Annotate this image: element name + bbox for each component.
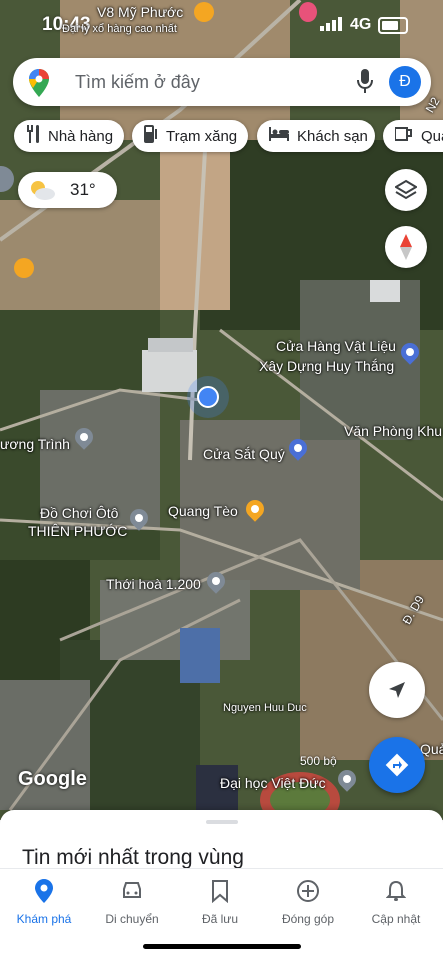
search-bar[interactable]: Tìm kiếm ở đây Đ: [13, 58, 431, 106]
map-label-office[interactable]: Văn Phòng Khu: [344, 423, 442, 439]
partly-sunny-icon: [31, 181, 55, 200]
nav-label: Cập nhật: [371, 912, 421, 926]
compass-icon: [400, 234, 412, 260]
map-label-nguyen-huu-duc: Nguyen Huu Duc: [223, 702, 307, 714]
map-label-store2[interactable]: Xây Dựng Huy Thắng: [259, 358, 394, 374]
hotel-pin-icon[interactable]: [299, 2, 317, 22]
google-logo: Google: [18, 768, 87, 790]
nav-updates[interactable]: Cập nhật: [352, 879, 440, 926]
chip-gas[interactable]: Trạm xăng: [132, 120, 248, 152]
map-label-dai-hoc[interactable]: Đại học Việt Đức: [220, 775, 326, 791]
map-label-store[interactable]: Cửa Hàng Vật Liệu: [276, 338, 396, 354]
scale-bar: 500 bộ: [300, 754, 337, 768]
chip-hotel[interactable]: Khách sạn: [257, 120, 375, 152]
nav-commute[interactable]: Di chuyển: [88, 879, 176, 926]
nav-contribute[interactable]: Đóng góp: [264, 879, 352, 926]
plus-circle-icon: [297, 880, 319, 902]
battery-icon: [378, 17, 408, 34]
avatar[interactable]: Đ: [389, 66, 421, 98]
chip-label: Khách sạn: [297, 127, 368, 145]
network-type: 4G: [350, 16, 372, 33]
compass-button[interactable]: [385, 226, 427, 268]
signal-icon: [320, 17, 342, 31]
home-indicator[interactable]: [143, 944, 301, 949]
map-label-quang-teo[interactable]: Quang Tèo: [168, 503, 238, 519]
maps-logo-icon: [29, 69, 49, 97]
nav-label: Đóng góp: [281, 912, 335, 926]
fork-knife-icon: [26, 125, 40, 147]
bell-icon: [385, 880, 407, 901]
weather-chip[interactable]: 31°: [18, 172, 117, 208]
bookmark-icon: [212, 880, 228, 904]
directions-button[interactable]: [369, 737, 425, 793]
map-label-truong-trinh[interactable]: ương Trình: [0, 436, 70, 452]
search-input[interactable]: Tìm kiếm ở đây: [75, 72, 200, 93]
map-label-thoi-hoa[interactable]: Thới hoà 1.200: [106, 576, 201, 592]
location-pin-icon: [35, 879, 53, 903]
layers-icon: [395, 179, 417, 200]
chip-label: Nhà hàng: [48, 127, 114, 145]
navigate-location-button[interactable]: [369, 662, 425, 718]
coffee-icon: [394, 126, 413, 146]
nav-label: Đã lưu: [201, 912, 239, 926]
map-label-place-top2[interactable]: Đại lý xổ hàng cao nhất: [62, 23, 177, 35]
nav-label: Di chuyển: [105, 912, 159, 926]
sheet-title: Tin mới nhất trong vùng: [22, 846, 244, 869]
directions-icon: [385, 753, 409, 777]
nav-explore[interactable]: Khám phá: [0, 879, 88, 926]
chip-coffee[interactable]: Quá: [383, 120, 443, 152]
chip-label: Trạm xăng: [166, 127, 238, 145]
current-location-dot: [197, 386, 219, 408]
coffee-pin-icon[interactable]: [194, 2, 214, 22]
mic-icon[interactable]: [357, 69, 373, 95]
chip-restaurant[interactable]: Nhà hàng: [14, 120, 124, 152]
bed-icon: [269, 127, 289, 145]
map-label-thien-phuoc[interactable]: THIÊN PHƯỚC: [28, 523, 127, 539]
map-label-place-top[interactable]: V8 Mỹ Phước: [97, 4, 183, 20]
car-icon: [123, 882, 141, 898]
nav-saved[interactable]: Đã lưu: [176, 879, 264, 926]
map-label-do-choi[interactable]: Đồ Chơi Ôtô: [40, 505, 118, 521]
fuel-pin-icon[interactable]: [14, 258, 34, 278]
navigation-arrow-icon: [389, 682, 405, 698]
nav-label: Khám phá: [16, 912, 72, 926]
map-label-qua[interactable]: Quả: [420, 741, 443, 757]
weather-temp: 31°: [70, 180, 96, 199]
map-label-cua-sat[interactable]: Cửa Sắt Quý: [203, 446, 285, 462]
gas-station-icon: [144, 125, 158, 147]
chip-label: Quá: [421, 127, 443, 145]
satellite-map[interactable]: 10:43 4G V8 Mỹ Phước Đại lý xổ hàng cao …: [0, 0, 443, 820]
sheet-handle[interactable]: [206, 820, 238, 824]
layers-button[interactable]: [385, 169, 427, 211]
